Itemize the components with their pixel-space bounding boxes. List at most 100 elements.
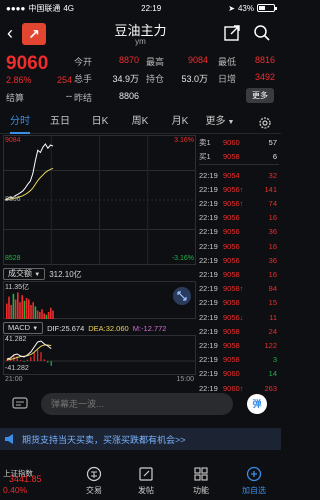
- low-value: 8816: [254, 55, 275, 65]
- expand-icon[interactable]: [173, 287, 191, 305]
- macd-histogram-bar: [33, 353, 35, 361]
- trade-price: 9054: [223, 170, 240, 180]
- macd-indicator-tag[interactable]: MACD ▼: [3, 322, 44, 334]
- bid-label: 买1: [199, 151, 211, 161]
- chart-low-pct: -3.16%: [171, 255, 194, 262]
- time-end: 15:00: [176, 376, 194, 383]
- chevron-down-icon: ▼: [34, 272, 41, 278]
- danmu-toggle-button[interactable]: 弹: [247, 394, 267, 414]
- post-label: 发帖: [138, 486, 154, 495]
- volume-indicator-tag[interactable]: 成交额 ▼: [3, 268, 46, 280]
- macd-histogram-bar: [23, 361, 25, 362]
- open-label: 今开: [74, 57, 93, 67]
- daily-increase-label: 日增: [218, 74, 237, 84]
- location-icon: ➤: [228, 3, 235, 13]
- trade-tick-row: 22:19 9058 24: [199, 325, 279, 337]
- trade-tick-row: 22:19 9056 16: [199, 212, 279, 224]
- order-book: 卖1 9060 57 买1 9058 6 22:19 9054 32 22:19 905…: [199, 134, 279, 393]
- intraday-chart[interactable]: 9084 3.16% 8806 8528 -3.16%: [3, 135, 196, 265]
- trade-tick-row: 22:19 9058 3: [199, 354, 279, 366]
- bid-volume: 6: [272, 151, 277, 161]
- volume-max-label: 11.35亿: [5, 284, 29, 291]
- comment-input[interactable]: [41, 393, 233, 415]
- trade-volume: 16: [268, 269, 277, 279]
- volume-tag-label: 成交额: [8, 269, 32, 278]
- trade-price: 9058: [223, 298, 240, 308]
- promo-banner[interactable]: 期货支持当天买卖，买涨买跌都有机会>>: [0, 428, 281, 450]
- macd-bottom-label: -41.282: [5, 365, 29, 372]
- trade-tick-row: 22:19 9058 16: [199, 268, 279, 280]
- trade-volume: 141: [264, 184, 277, 194]
- volume-bar: [50, 307, 52, 319]
- macd-m-label: M:-12.772: [132, 323, 167, 333]
- more-button[interactable]: 更多: [246, 88, 274, 103]
- trade-volume: 14: [268, 369, 277, 379]
- time-axis: 21:00 15:00: [3, 376, 196, 386]
- trade-tick-row: 22:19 9058↑ 84: [199, 283, 279, 295]
- trade-tick-row: 22:19 9054 32: [199, 169, 279, 181]
- macd-histogram-bar: [43, 359, 45, 361]
- tab-monthly-k[interactable]: 月K: [160, 112, 200, 134]
- add-circle-icon: [246, 466, 262, 482]
- share-icon[interactable]: [222, 23, 242, 43]
- trade-time: 22:19: [199, 284, 218, 294]
- post-button[interactable]: 发帖: [126, 466, 166, 496]
- volume-frame: [3, 281, 196, 319]
- trade-tick-row: 22:19 9056 36: [199, 226, 279, 238]
- volume-bar: [8, 296, 10, 319]
- change-value: 254: [56, 75, 72, 85]
- clock: 22:19: [141, 3, 162, 13]
- tab-weekly-k[interactable]: 周K: [120, 112, 160, 134]
- tab-intraday[interactable]: 分时: [0, 112, 40, 134]
- macd-histogram-bar: [40, 352, 42, 361]
- volume-bar: [21, 295, 23, 319]
- chat-icon[interactable]: [12, 397, 28, 411]
- chevron-down-icon: ▼: [32, 326, 39, 332]
- volume-bar: [52, 310, 54, 319]
- volume-bar: [32, 302, 34, 319]
- volume-bar: [23, 300, 26, 319]
- volume-bar: [34, 306, 37, 319]
- bottom-bar: 上证指数 3441.85 0.40% 交易 发帖 功能 加自选: [0, 462, 281, 500]
- functions-button[interactable]: 功能: [181, 466, 221, 496]
- position-value: 53.0万: [181, 74, 208, 84]
- trade-time: 22:19: [199, 213, 218, 223]
- bid-row: 买1 9058 6: [199, 150, 279, 162]
- prev-settle-label: 昨结: [74, 93, 93, 103]
- trade-tick-row: 22:19 9058 122: [199, 339, 279, 351]
- last-price: 9060: [6, 53, 49, 74]
- macd-histogram-bar: [50, 361, 52, 366]
- time-start: 21:00: [5, 376, 23, 383]
- search-icon[interactable]: [252, 23, 272, 43]
- volume-bar: [36, 310, 39, 319]
- ask-price: 9060: [223, 137, 240, 147]
- tab-more[interactable]: 更多 ▼: [200, 112, 240, 134]
- trade-tick-row: 22:19 9056↓ 11: [199, 311, 279, 323]
- trade-time: 22:19: [199, 269, 218, 279]
- carrier: 中国联通: [28, 3, 61, 13]
- signal-icon: ●●●●: [6, 3, 26, 13]
- macd-chart[interactable]: 41.282 -41.282: [3, 335, 196, 375]
- chart-high-pct: 3.16%: [174, 137, 194, 144]
- bid-price: 9058: [223, 151, 240, 161]
- tab-five-day[interactable]: 五日: [40, 112, 80, 134]
- trade-icon: [86, 466, 102, 482]
- volume-total: 312.10亿: [49, 269, 82, 279]
- low-label: 最低: [218, 57, 237, 67]
- index-percent[interactable]: 0.40%: [3, 485, 27, 495]
- trade-volume: 15: [268, 298, 277, 308]
- battery-pct: 43%: [237, 3, 254, 13]
- add-watchlist-button[interactable]: 加自选: [234, 466, 274, 496]
- index-value[interactable]: 3441.85: [9, 474, 42, 484]
- trade-tick-row: 22:19 9056↑ 74: [199, 197, 279, 209]
- volume-bar: [19, 302, 21, 319]
- trade-button[interactable]: 交易: [74, 466, 114, 496]
- volume-header: 成交额 ▼ 312.10亿: [3, 267, 196, 281]
- trade-volume: 36: [268, 227, 277, 237]
- volume-chart[interactable]: 11.35亿: [3, 281, 196, 319]
- trade-time: 22:19: [199, 184, 218, 194]
- tab-daily-k[interactable]: 日K: [80, 112, 120, 134]
- gear-icon[interactable]: [257, 115, 273, 131]
- trade-time: 22:19: [199, 355, 218, 365]
- ask-volume: 57: [268, 137, 277, 147]
